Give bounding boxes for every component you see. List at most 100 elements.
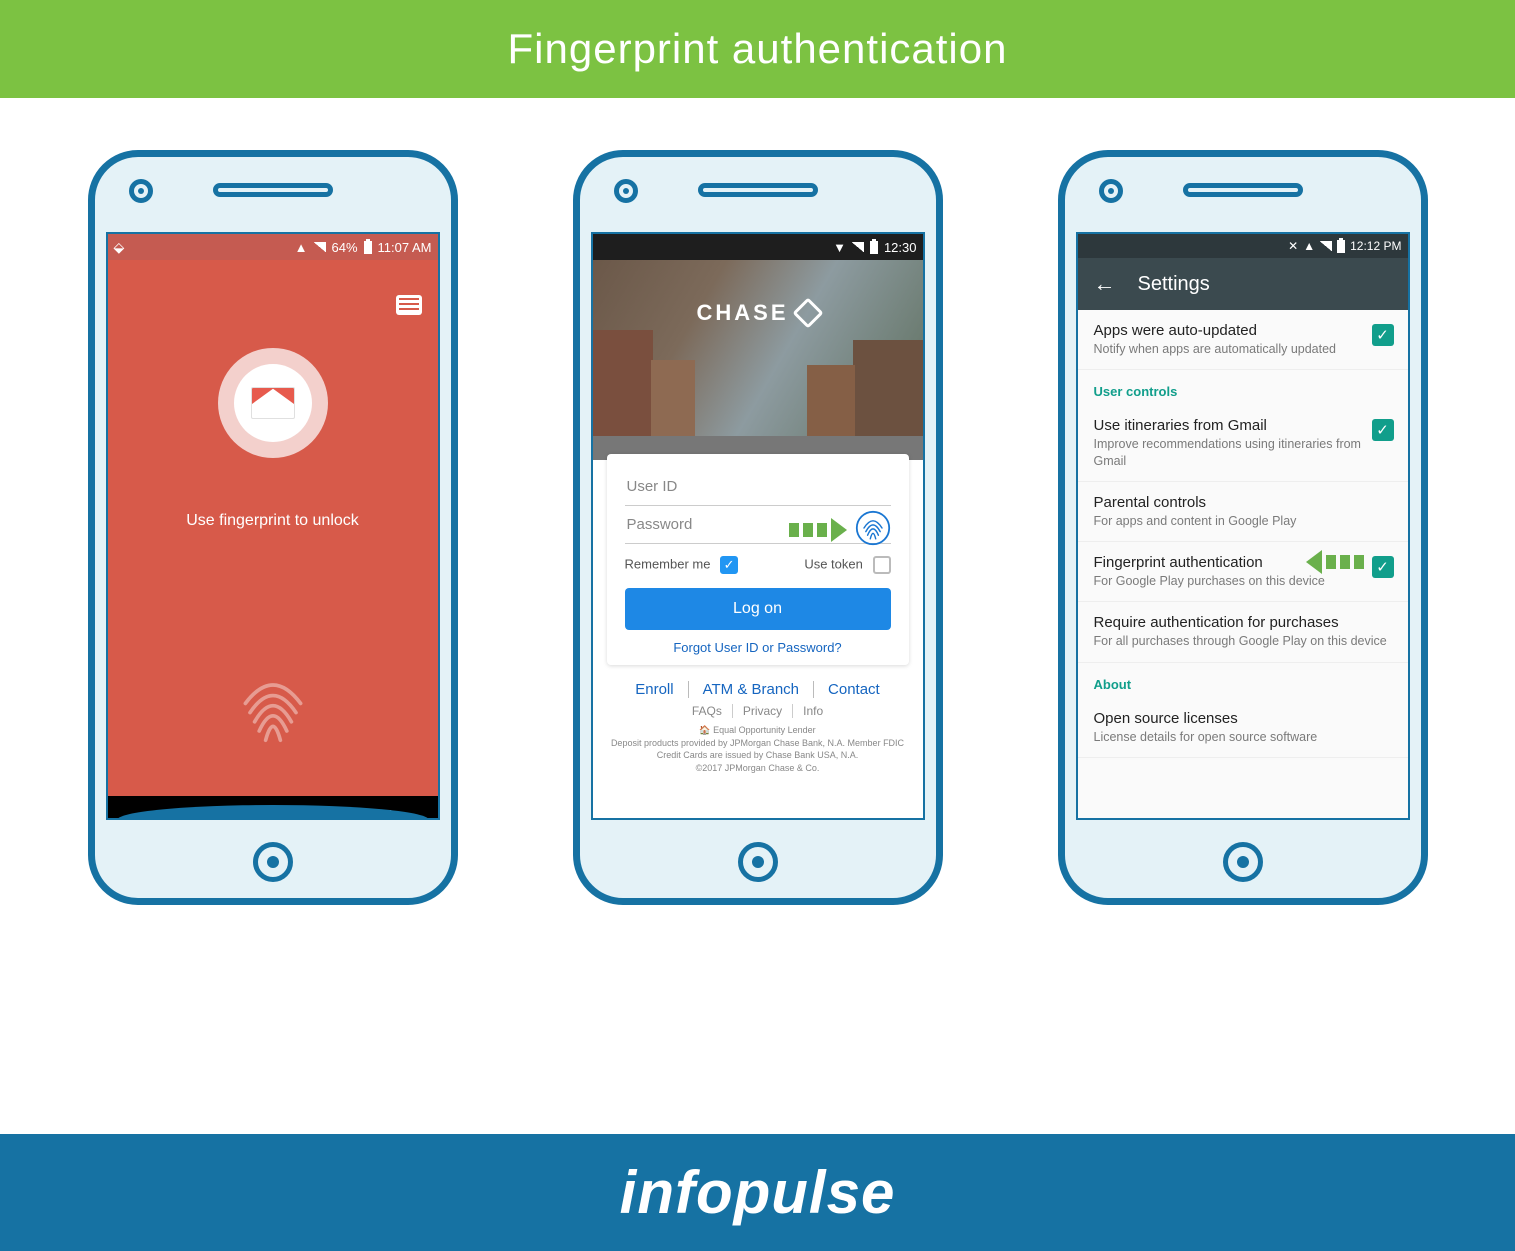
status-time: 12:30 [884,240,917,255]
checkbox-on-icon: ✓ [720,556,738,574]
fine-print: 🏠 Equal Opportunity Lender Deposit produ… [593,724,923,780]
wifi-icon: ▲ [295,240,308,255]
phone-chase: ▼ 12:30 CHASE [573,150,943,905]
status-time: 12:12 PM [1350,239,1401,253]
use-token-toggle[interactable]: Use token [804,556,890,574]
signal-icon [852,242,864,252]
userid-input[interactable] [625,468,891,506]
forgot-link[interactable]: Forgot User ID or Password? [625,640,891,655]
remember-me-toggle[interactable]: Remember me ✓ [625,556,739,574]
status-app-icon: ⬙ [114,239,125,256]
settings-item[interactable]: Open source licenses License details for … [1078,698,1408,758]
settings-item-subtitle: License details for open source software [1094,729,1392,745]
phone-screen: ▼ 12:30 CHASE [591,232,925,820]
footer-banner: infopulse [0,1134,1515,1251]
checkbox-on-icon[interactable]: ✓ [1372,419,1394,441]
settings-item[interactable]: Require authentication for purchases For … [1078,602,1408,662]
settings-item-title: Require authentication for purchases [1094,614,1392,631]
settings-item-title: Open source licenses [1094,710,1392,727]
phone-screen: ⬙ ▲ 64% 11:07 AM Use fingerprint to unlo… [106,232,440,820]
settings-item[interactable]: Apps were auto-updated Notify when apps a… [1078,310,1408,370]
nav-home-icon[interactable] [260,810,280,820]
chase-octagon-icon [792,297,823,328]
android-nav-bar [108,796,438,820]
section-header: User controls [1078,370,1408,405]
back-arrow-icon[interactable]: ← [1094,271,1116,297]
vibrate-icon: ✕ [1288,239,1298,253]
settings-item[interactable]: Fingerprint authenticationFor Google Pla… [1078,542,1408,602]
settings-item-title: Apps were auto-updated [1094,322,1392,339]
settings-item-title: Use itineraries from Gmail [1094,417,1392,434]
highlight-arrow-icon [1306,550,1364,574]
app-bar: ← Settings [1078,258,1408,310]
settings-item-title: Parental controls [1094,494,1392,511]
phone-camera [1099,179,1123,203]
phone-camera [129,179,153,203]
footer-sublinks: FAQs Privacy Info [593,704,923,718]
contact-link[interactable]: Contact [814,681,894,698]
battery-icon [1337,240,1345,253]
phone-camera [614,179,638,203]
atm-link[interactable]: ATM & Branch [689,681,814,698]
section-header: About [1078,663,1408,698]
checkbox-off-icon [873,556,891,574]
settings-item[interactable]: Use itineraries from Gmail Improve recomm… [1078,405,1408,482]
gmail-logo [218,348,328,458]
password-input[interactable] [625,506,891,544]
title-banner: Fingerprint authentication [0,0,1515,98]
highlight-arrow-icon [789,518,847,542]
status-bar: ✕ ▲ 12:12 PM [1078,234,1408,258]
signal-icon [1320,241,1332,251]
keyboard-icon[interactable] [396,295,422,315]
settings-screen: ← Settings Apps were auto-updated Notify … [1078,258,1408,820]
login-card: Remember me ✓ Use token Log on Forgot Us… [607,454,909,665]
checkbox-on-icon[interactable]: ✓ [1372,556,1394,578]
battery-icon [870,241,878,254]
remember-label: Remember me [625,556,711,571]
status-bar: ⬙ ▲ 64% 11:07 AM [108,234,438,260]
footer-brand: infopulse [620,1158,896,1227]
phone-speaker [698,183,818,197]
phone-home-button [253,842,293,882]
phone-speaker [1183,183,1303,197]
settings-item[interactable]: Parental controls For apps and content in… [1078,482,1408,542]
chase-logo: CHASE [696,300,818,326]
settings-list: Apps were auto-updated Notify when apps a… [1078,310,1408,820]
hero-image: CHASE [593,260,923,460]
battery-pct: 64% [332,240,358,255]
info-link[interactable]: Info [793,704,833,718]
battery-icon [364,241,372,254]
phone-row: ⬙ ▲ 64% 11:07 AM Use fingerprint to unlo… [0,150,1515,910]
enroll-link[interactable]: Enroll [621,681,688,698]
status-time: 11:07 AM [378,240,432,255]
settings-item-subtitle: For apps and content in Google Play [1094,513,1392,529]
privacy-link[interactable]: Privacy [733,704,793,718]
phone-home-button [738,842,778,882]
checkbox-on-icon[interactable]: ✓ [1372,324,1394,346]
faqs-link[interactable]: FAQs [682,704,733,718]
wifi-icon: ▼ [833,240,846,255]
logon-button[interactable]: Log on [625,588,891,630]
fingerprint-prompt: Use fingerprint to unlock [108,512,438,530]
settings-item-subtitle: For all purchases through Google Play on… [1094,633,1392,649]
fingerprint-icon[interactable] [227,662,319,754]
brand-text: CHASE [696,300,788,326]
phone-settings: ✕ ▲ 12:12 PM ← Settings Apps were auto-u… [1058,150,1428,905]
signal-icon [314,242,326,252]
settings-item-subtitle: Improve recommendations using itinerarie… [1094,436,1392,469]
settings-item-subtitle: Notify when apps are automatically updat… [1094,341,1392,357]
status-bar: ▼ 12:30 [593,234,923,260]
phone-home-button [1223,842,1263,882]
footer-links: Enroll ATM & Branch Contact [593,681,923,698]
phone-speaker [213,183,333,197]
wifi-icon: ▲ [1303,239,1315,253]
page-title: Fingerprint authentication [508,25,1008,73]
chase-login-screen: CHASE [593,260,923,820]
appbar-title: Settings [1138,273,1210,296]
settings-item-subtitle: For Google Play purchases on this device [1094,573,1392,589]
gmail-lock-screen: Use fingerprint to unlock [108,260,438,820]
phone-screen: ✕ ▲ 12:12 PM ← Settings Apps were auto-u… [1076,232,1410,820]
token-label: Use token [804,556,863,571]
fingerprint-login-button[interactable] [855,510,891,546]
phone-gmail: ⬙ ▲ 64% 11:07 AM Use fingerprint to unlo… [88,150,458,905]
